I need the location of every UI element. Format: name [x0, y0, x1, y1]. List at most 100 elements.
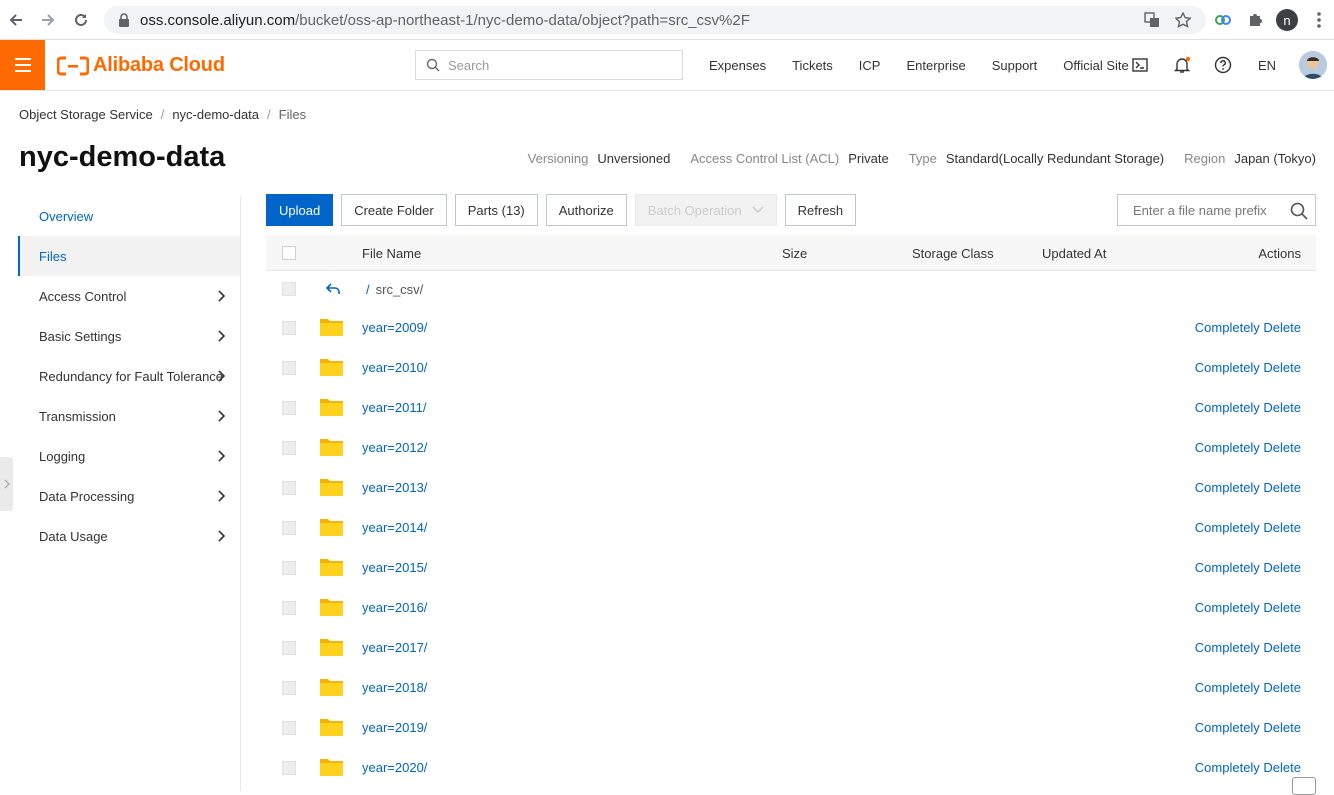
- table-row[interactable]: year=2020/Completely Delete: [266, 748, 1316, 788]
- row-checkbox[interactable]: [282, 481, 296, 495]
- table-row[interactable]: year=2010/Completely Delete: [266, 348, 1316, 388]
- row-checkbox[interactable]: [282, 681, 296, 695]
- authorize-button[interactable]: Authorize: [545, 194, 627, 226]
- user-avatar[interactable]: [1299, 51, 1327, 79]
- folder-name-link[interactable]: year=2011/: [362, 400, 426, 415]
- folder-name-link[interactable]: year=2013/: [362, 480, 427, 495]
- nav-link-tickets[interactable]: Tickets: [779, 58, 846, 73]
- nav-link-enterprise[interactable]: Enterprise: [893, 58, 978, 73]
- row-checkbox[interactable]: [282, 321, 296, 335]
- file-prefix-search-input[interactable]: Enter a file name prefix: [1117, 194, 1316, 226]
- nav-link-expenses[interactable]: Expenses: [696, 58, 779, 73]
- back-arrow-icon[interactable]: [325, 282, 341, 296]
- row-checkbox[interactable]: [282, 721, 296, 735]
- completely-delete-link[interactable]: Completely Delete: [1195, 360, 1301, 375]
- table-row[interactable]: year=2018/Completely Delete: [266, 668, 1316, 708]
- row-checkbox[interactable]: [282, 361, 296, 375]
- parts-button[interactable]: Parts (13): [454, 194, 538, 226]
- completely-delete-link[interactable]: Completely Delete: [1195, 520, 1301, 535]
- nav-link-support[interactable]: Support: [979, 58, 1051, 73]
- folder-name-link[interactable]: year=2010/: [362, 360, 427, 375]
- row-checkbox[interactable]: [282, 601, 296, 615]
- row-checkbox[interactable]: [282, 641, 296, 655]
- more-menu-icon[interactable]: [1307, 8, 1331, 32]
- completely-delete-link[interactable]: Completely Delete: [1195, 440, 1301, 455]
- language-switch[interactable]: EN: [1245, 58, 1289, 73]
- sidebar-item-files[interactable]: Files: [18, 236, 240, 276]
- sidebar-item-overview[interactable]: Overview: [18, 196, 240, 236]
- table-row[interactable]: year=2009/Completely Delete: [266, 308, 1316, 348]
- batch-operation-button[interactable]: Batch Operation: [634, 194, 777, 226]
- console-search-input[interactable]: Search: [415, 50, 683, 80]
- nav-link-official-site[interactable]: Official Site: [1050, 58, 1142, 73]
- address-bar[interactable]: oss.console.aliyun.com/bucket/oss-ap-nor…: [104, 6, 1206, 34]
- hamburger-menu-icon[interactable]: [0, 40, 45, 90]
- breadcrumb-oss[interactable]: Object Storage Service: [19, 107, 153, 122]
- alibaba-cloud-logo[interactable]: Alibaba Cloud: [57, 54, 225, 77]
- sidebar-item-redundancy[interactable]: Redundancy for Fault Tolerance: [18, 356, 240, 396]
- sidebar-item-label: Overview: [39, 208, 94, 224]
- reload-icon[interactable]: [69, 8, 93, 32]
- completely-delete-link[interactable]: Completely Delete: [1195, 560, 1301, 575]
- sidebar-item-access-control[interactable]: Access Control: [18, 276, 240, 316]
- back-icon[interactable]: [4, 8, 28, 32]
- folder-name-link[interactable]: year=2018/: [362, 680, 427, 695]
- completely-delete-link[interactable]: Completely Delete: [1195, 320, 1301, 335]
- table-row[interactable]: year=2017/Completely Delete: [266, 628, 1316, 668]
- sidebar-item-logging[interactable]: Logging: [18, 436, 240, 476]
- extension-cloud-icon[interactable]: [1211, 8, 1235, 32]
- chat-feedback-icon[interactable]: [1292, 777, 1316, 795]
- table-row[interactable]: year=2014/Completely Delete: [266, 508, 1316, 548]
- table-row[interactable]: year=2011/Completely Delete: [266, 388, 1316, 428]
- nav-link-icp[interactable]: ICP: [846, 58, 894, 73]
- terminal-icon[interactable]: [1130, 55, 1150, 75]
- table-row[interactable]: year=2016/Completely Delete: [266, 588, 1316, 628]
- sidebar-item-transmission[interactable]: Transmission: [18, 396, 240, 436]
- row-checkbox[interactable]: [282, 761, 296, 775]
- notification-bell-icon[interactable]: [1172, 55, 1192, 75]
- file-toolbar: Upload Create Folder Parts (13) Authoriz…: [266, 194, 857, 226]
- help-icon[interactable]: [1213, 55, 1233, 75]
- folder-name-link[interactable]: year=2012/: [362, 440, 427, 455]
- folder-name-link[interactable]: year=2017/: [362, 640, 427, 655]
- row-checkbox[interactable]: [282, 401, 296, 415]
- completely-delete-link[interactable]: Completely Delete: [1195, 600, 1301, 615]
- search-icon[interactable]: [1290, 202, 1308, 220]
- upload-button[interactable]: Upload: [266, 194, 334, 226]
- folder-name-link[interactable]: year=2015/: [362, 560, 427, 575]
- table-row[interactable]: year=2015/Completely Delete: [266, 548, 1316, 588]
- row-checkbox[interactable]: [282, 441, 296, 455]
- row-checkbox[interactable]: [282, 561, 296, 575]
- select-all-checkbox[interactable]: [282, 246, 296, 260]
- folder-name-link[interactable]: year=2014/: [362, 520, 427, 535]
- profile-avatar[interactable]: n: [1276, 9, 1298, 31]
- table-row[interactable]: year=2019/Completely Delete: [266, 708, 1316, 748]
- sidebar-item-data-processing[interactable]: Data Processing: [18, 476, 240, 516]
- collapse-sidebar-handle[interactable]: [0, 457, 13, 511]
- row-checkbox[interactable]: [282, 521, 296, 535]
- folder-name-link[interactable]: year=2016/: [362, 600, 427, 615]
- root-path-link[interactable]: /: [366, 282, 370, 297]
- folder-name-link[interactable]: year=2009/: [362, 320, 427, 335]
- completely-delete-link[interactable]: Completely Delete: [1195, 400, 1301, 415]
- breadcrumb-bucket[interactable]: nyc-demo-data: [172, 107, 259, 122]
- parent-directory-row[interactable]: / src_csv/: [266, 271, 1316, 308]
- completely-delete-link[interactable]: Completely Delete: [1195, 760, 1301, 775]
- bookmark-star-icon[interactable]: [1171, 8, 1195, 32]
- sidebar-item-basic-settings[interactable]: Basic Settings: [18, 316, 240, 356]
- create-folder-button[interactable]: Create Folder: [341, 194, 447, 226]
- table-row[interactable]: year=2012/Completely Delete: [266, 428, 1316, 468]
- completely-delete-link[interactable]: Completely Delete: [1195, 720, 1301, 735]
- forward-icon[interactable]: [36, 8, 60, 32]
- sidebar-item-data-usage[interactable]: Data Usage: [18, 516, 240, 556]
- row-checkbox[interactable]: [282, 282, 296, 296]
- completely-delete-link[interactable]: Completely Delete: [1195, 680, 1301, 695]
- completely-delete-link[interactable]: Completely Delete: [1195, 640, 1301, 655]
- folder-name-link[interactable]: year=2019/: [362, 720, 427, 735]
- completely-delete-link[interactable]: Completely Delete: [1195, 480, 1301, 495]
- translate-icon[interactable]: [1140, 8, 1164, 32]
- refresh-button[interactable]: Refresh: [784, 194, 857, 226]
- table-row[interactable]: year=2013/Completely Delete: [266, 468, 1316, 508]
- folder-name-link[interactable]: year=2020/: [362, 760, 427, 775]
- extensions-puzzle-icon[interactable]: [1243, 8, 1267, 32]
